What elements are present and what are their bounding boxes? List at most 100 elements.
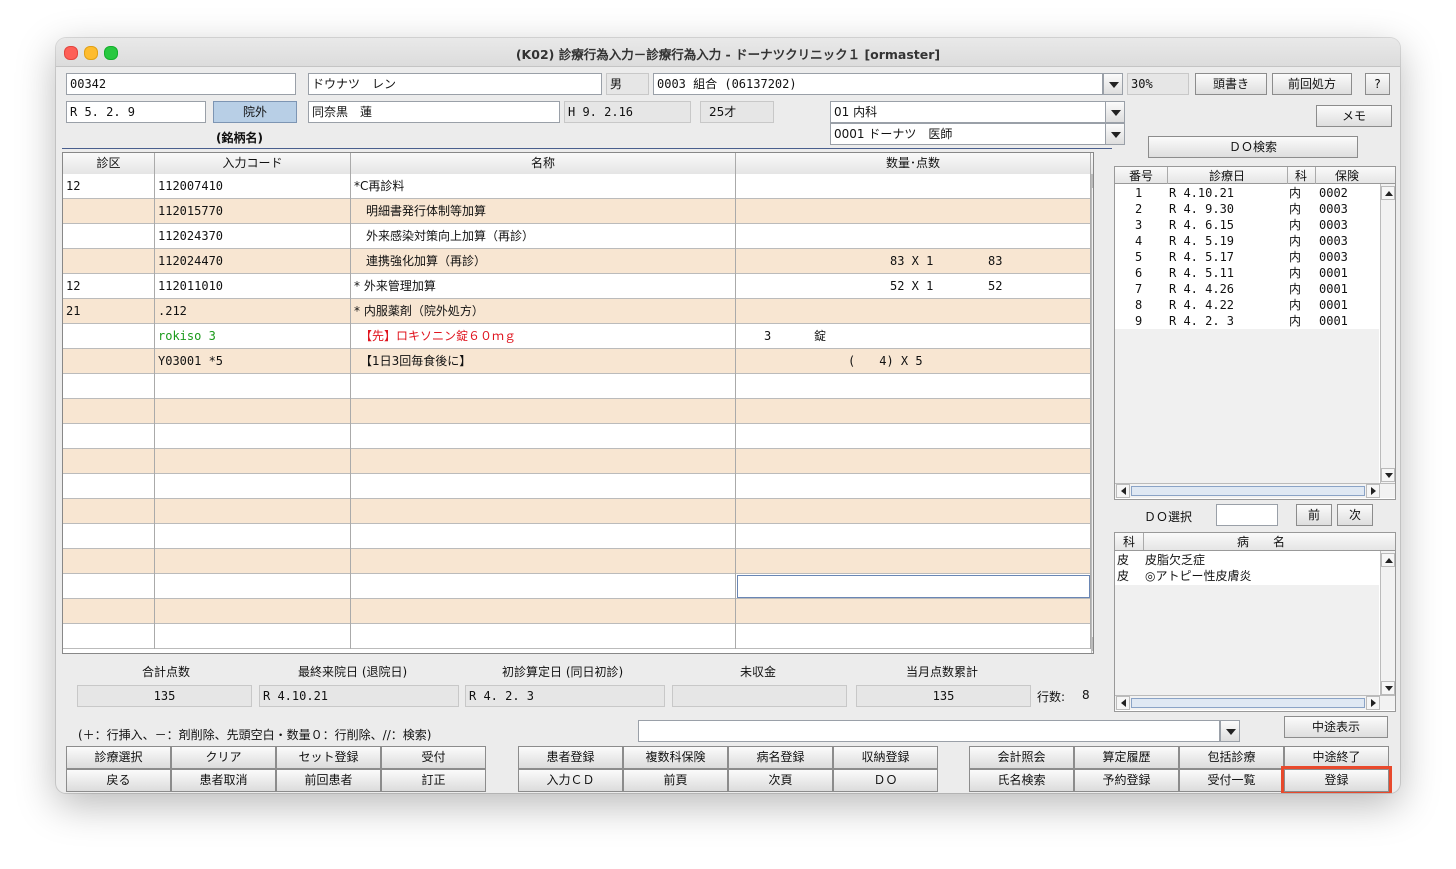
doctor-field[interactable]: 0001 ドーナツ 医師 (830, 123, 1106, 145)
cell-code[interactable] (155, 424, 351, 449)
cell-kubun[interactable]: 21 (63, 299, 155, 324)
cell-name[interactable] (351, 524, 736, 549)
cell-qty[interactable]: 83 X 1 83 (736, 249, 1091, 274)
cell-qty[interactable] (736, 549, 1091, 574)
column-header-qty[interactable]: 数量･点数 (736, 153, 1091, 174)
cell-name[interactable] (351, 424, 736, 449)
grid-scroll-up-icon[interactable] (1092, 174, 1093, 188)
history-col-ins[interactable]: 保険 (1315, 167, 1379, 184)
table-row[interactable] (63, 399, 1093, 424)
column-header-kubun[interactable]: 診区 (63, 153, 155, 174)
history-scroll-right-icon[interactable] (1366, 484, 1380, 498)
cell-code[interactable] (155, 474, 351, 499)
list-item[interactable]: 5 R 4. 5.17 内 0003 (1115, 249, 1379, 265)
cell-kubun[interactable] (63, 199, 155, 224)
kanji-name-field[interactable]: 同奈黒 蓮 (308, 101, 560, 123)
cell-name[interactable] (351, 474, 736, 499)
disease-hscrollbar[interactable] (1115, 695, 1395, 710)
cell-name[interactable] (351, 449, 736, 474)
cell-qty[interactable] (736, 599, 1091, 624)
memo-button[interactable]: メモ (1316, 105, 1392, 127)
disease-scroll-up-icon[interactable] (1381, 553, 1395, 567)
outpatient-toggle-button[interactable]: 院外 (213, 101, 297, 123)
footer-button-row1-left-3[interactable]: 受付 (381, 746, 486, 769)
cell-name[interactable] (351, 549, 736, 574)
footer-button-row2-mid-2[interactable]: 次頁 (728, 769, 833, 792)
cell-qty[interactable] (736, 474, 1091, 499)
footer-button-row1-mid-2[interactable]: 病名登録 (728, 746, 833, 769)
footer-button-row2-left-1[interactable]: 患者取消 (171, 769, 276, 792)
cell-kubun[interactable] (63, 599, 155, 624)
footer-button-row1-left-2[interactable]: セット登録 (276, 746, 381, 769)
grid-scrollbar[interactable] (1091, 174, 1093, 653)
footer-button-row2-mid-0[interactable]: 入力ＣＤ (518, 769, 623, 792)
cell-kubun[interactable] (63, 449, 155, 474)
cell-qty[interactable] (736, 424, 1091, 449)
footer-button-row1-right-2[interactable]: 包括診療 (1179, 746, 1284, 769)
cell-kubun[interactable] (63, 324, 155, 349)
cell-name[interactable]: *C再診料 (351, 174, 736, 199)
cell-qty[interactable] (736, 449, 1091, 474)
footer-button-row2-left-3[interactable]: 訂正 (381, 769, 486, 792)
cell-qty[interactable] (736, 374, 1091, 399)
cell-code[interactable] (155, 374, 351, 399)
footer-button-row1-mid-1[interactable]: 複数科保険 (623, 746, 728, 769)
table-row[interactable] (63, 574, 1093, 599)
cell-kubun[interactable] (63, 349, 155, 374)
cell-name[interactable] (351, 399, 736, 424)
list-item[interactable]: 7 R 4. 4.26 内 0001 (1115, 281, 1379, 297)
do-prev-button[interactable]: 前 (1296, 504, 1332, 526)
cell-kubun[interactable]: 12 (63, 274, 155, 299)
cell-qty[interactable]: 52 X 1 52 (736, 274, 1091, 299)
cell-code[interactable] (155, 499, 351, 524)
footer-button-row2-right-0[interactable]: 氏名検索 (969, 769, 1074, 792)
footer-button-row2-left-0[interactable]: 戻る (66, 769, 171, 792)
list-item[interactable]: 6 R 4. 5.11 内 0001 (1115, 265, 1379, 281)
disease-col-ka[interactable]: 科 (1115, 533, 1144, 550)
cell-code[interactable]: 112024370 (155, 224, 351, 249)
footer-button-row1-mid-0[interactable]: 患者登録 (518, 746, 623, 769)
footer-button-row2-right-1[interactable]: 予約登録 (1074, 769, 1179, 792)
insurance-field[interactable]: 0003 組合 (06137202) (653, 73, 1103, 95)
list-item[interactable]: 1 R 4.10.21 内 0002 (1115, 185, 1379, 201)
footer-button-row1-mid-3[interactable]: 収納登録 (833, 746, 938, 769)
cell-kubun[interactable]: 12 (63, 174, 155, 199)
previous-prescription-button[interactable]: 前回処方 (1272, 73, 1352, 95)
department-dropdown-button[interactable] (1105, 101, 1125, 123)
footer-button-row2-mid-1[interactable]: 前頁 (623, 769, 728, 792)
table-row[interactable] (63, 449, 1093, 474)
cell-name[interactable] (351, 499, 736, 524)
midway-view-button[interactable]: 中途表示 (1284, 716, 1388, 738)
cell-name[interactable] (351, 624, 736, 649)
history-scroll-down-icon[interactable] (1381, 468, 1395, 482)
list-item[interactable]: 4 R 4. 5.19 内 0003 (1115, 233, 1379, 249)
list-item[interactable]: 皮 ◎アトピー性皮膚炎 (1115, 568, 1379, 584)
cell-name[interactable]: 明細書発行体制等加算 (351, 199, 736, 224)
cell-code[interactable] (155, 399, 351, 424)
footer-button-row1-right-1[interactable]: 算定履歴 (1074, 746, 1179, 769)
history-scrollbar[interactable] (1380, 184, 1395, 483)
history-hscroll-thumb[interactable] (1131, 486, 1365, 496)
cell-name[interactable]: 外来感染対策向上加算（再診） (351, 224, 736, 249)
table-row[interactable]: 112024470 連携強化加算（再診） 83 X 1 83 (63, 249, 1093, 274)
department-field[interactable]: 01 内科 (830, 101, 1106, 123)
heading-button[interactable]: 頭書き (1195, 73, 1267, 95)
kana-name-field[interactable]: ドウナツ レン (308, 73, 602, 95)
table-row[interactable]: 12 112011010 * 外来管理加算 52 X 1 52 (63, 274, 1093, 299)
cell-qty[interactable]: ( 4) X 5 (736, 349, 1091, 374)
footer-button-row1-left-1[interactable]: クリア (171, 746, 276, 769)
cell-kubun[interactable] (63, 224, 155, 249)
command-input[interactable] (638, 720, 1220, 742)
cell-kubun[interactable] (63, 424, 155, 449)
list-item[interactable]: 2 R 4. 9.30 内 0003 (1115, 201, 1379, 217)
cell-kubun[interactable] (63, 374, 155, 399)
cell-code[interactable]: rokiso 3 (155, 324, 351, 349)
cell-code[interactable] (155, 574, 351, 599)
table-row[interactable] (63, 624, 1093, 649)
cell-code[interactable] (155, 524, 351, 549)
cell-name[interactable] (351, 374, 736, 399)
history-col-ka[interactable]: 科 (1287, 167, 1316, 184)
patient-id-field[interactable]: 00342 (66, 73, 296, 95)
cell-qty[interactable]: 3錠 (736, 324, 1091, 349)
footer-button-row2-left-2[interactable]: 前回患者 (276, 769, 381, 792)
